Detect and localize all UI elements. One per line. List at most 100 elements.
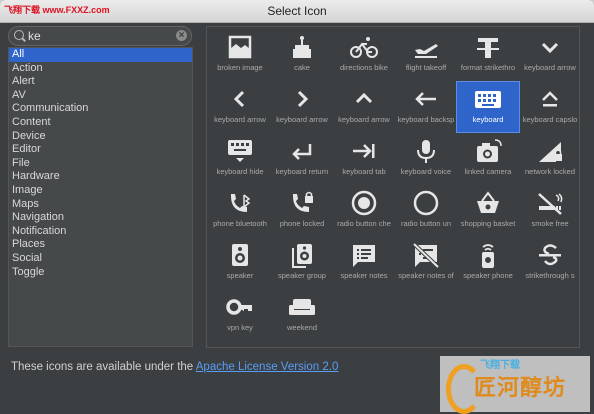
icon-label: network locked xyxy=(524,167,576,176)
icon-label: speaker xyxy=(226,271,254,280)
icon-cell-network-locked[interactable]: network locked xyxy=(519,134,581,184)
icon-cell-keyboard-backsp[interactable]: keyboard backsp xyxy=(395,82,457,132)
icon-cell-smoke-free[interactable]: smoke free xyxy=(519,186,581,236)
icon-cell-directions-bike[interactable]: directions bike xyxy=(333,30,395,80)
icon-cell-linked-camera[interactable]: linked camera xyxy=(457,134,519,184)
icon-grid[interactable]: broken image cake directions bike flight ta… xyxy=(206,26,580,348)
icon-cell-keyboard-arrow[interactable]: keyboard arrow xyxy=(271,82,333,132)
icon-cell-phone-bluetooth[interactable]: phone bluetooth xyxy=(209,186,271,236)
category-item-communication[interactable]: Communication xyxy=(9,102,192,116)
icon-cell-speaker-notes[interactable]: speaker notes xyxy=(333,238,395,288)
vpn-key-icon xyxy=(226,299,252,315)
icon-label: keyboard tab xyxy=(342,167,386,176)
icon-label: vpn key xyxy=(227,323,253,332)
icon-label: phone bluetooth xyxy=(213,219,267,228)
icon-cell-weekend[interactable]: weekend xyxy=(271,290,333,340)
icon-label: speaker group xyxy=(278,271,326,280)
icon-cell-radio-button-un[interactable]: radio button un xyxy=(395,186,457,236)
icon-label: keyboard arrow xyxy=(214,115,266,124)
icon-label: speaker notes of xyxy=(398,271,454,280)
icon-cell-keyboard-tab[interactable]: keyboard tab xyxy=(333,134,395,184)
icon-cell-keyboard-arrow[interactable]: keyboard arrow xyxy=(333,82,395,132)
icon-cell-speaker-group[interactable]: speaker group xyxy=(271,238,333,288)
keyboard-hide-icon xyxy=(228,140,252,162)
icon-cell-keyboard-voice[interactable]: keyboard voice xyxy=(395,134,457,184)
icon-cell-cake[interactable]: cake xyxy=(271,30,333,80)
flight-takeoff-icon xyxy=(415,44,438,58)
clear-search-icon[interactable]: × xyxy=(176,30,187,41)
icon-label: smoke free xyxy=(531,219,569,228)
icon-label: keyboard backsp xyxy=(397,115,455,124)
search-input[interactable] xyxy=(28,28,168,43)
watermark-text: 飞翔下载 www.FXXZ.com xyxy=(4,5,110,15)
category-item-av[interactable]: AV xyxy=(9,89,192,103)
icon-cell-shopping-basket[interactable]: shopping basket xyxy=(457,186,519,236)
category-item-hardware[interactable]: Hardware xyxy=(9,170,192,184)
icon-label: speaker notes xyxy=(340,271,388,280)
category-item-places[interactable]: Places xyxy=(9,238,192,252)
weekend-icon xyxy=(289,299,315,315)
category-item-editor[interactable]: Editor xyxy=(9,143,192,157)
apache-license-link[interactable]: Apache License Version 2.0 xyxy=(196,361,339,373)
category-item-file[interactable]: File xyxy=(9,157,192,171)
category-item-navigation[interactable]: Navigation xyxy=(9,211,192,225)
category-item-device[interactable]: Device xyxy=(9,130,192,144)
icon-cell-keyboard[interactable]: keyboard xyxy=(456,81,520,133)
icon-label: strikethrough s xyxy=(525,271,575,280)
icon-cell-speaker-phone[interactable]: speaker phone xyxy=(457,238,519,288)
icon-cell-keyboard-arrow[interactable]: keyboard arrow xyxy=(209,82,271,132)
icon-cell-keyboard-hide[interactable]: keyboard hide xyxy=(209,134,271,184)
icon-cell-vpn-key[interactable]: vpn key xyxy=(209,290,271,340)
icon-cell-radio-button-che[interactable]: radio button che xyxy=(333,186,395,236)
logo-top-text: 飞翔下载 xyxy=(480,360,520,371)
strikethrough-s-icon xyxy=(539,244,561,266)
icon-label: keyboard hide xyxy=(216,167,264,176)
icon-cell-broken-image[interactable]: broken image xyxy=(209,30,271,80)
icon-cell-keyboard-arrow[interactable]: keyboard arrow xyxy=(519,30,581,80)
phone-locked-icon xyxy=(293,191,313,212)
icon-label: radio button un xyxy=(400,219,452,228)
radio-unchecked-icon xyxy=(413,190,439,216)
logo-text: 匠河醇坊 xyxy=(474,375,567,400)
window-title: Select Icon xyxy=(267,4,327,18)
category-item-toggle[interactable]: Toggle xyxy=(9,266,192,280)
arrow-up-icon xyxy=(355,92,373,104)
icon-cell-keyboard-capslo[interactable]: keyboard capslo xyxy=(519,82,581,132)
icon-label: weekend xyxy=(286,323,318,332)
title-bar: 飞翔下载 www.FXXZ.com Select Icon xyxy=(0,0,594,23)
icon-cell-speaker-notes-of[interactable]: speaker notes of xyxy=(395,238,457,288)
icon-label: keyboard xyxy=(472,115,504,124)
arrow-down-icon xyxy=(541,42,559,54)
category-item-image[interactable]: Image xyxy=(9,184,192,198)
tab-icon xyxy=(353,144,375,158)
category-item-action[interactable]: Action xyxy=(9,62,192,76)
category-item-all[interactable]: All xyxy=(9,48,192,62)
category-item-alert[interactable]: Alert xyxy=(9,75,192,89)
category-item-content[interactable]: Content xyxy=(9,116,192,130)
icon-label: format strikethro xyxy=(460,63,516,72)
basket-icon xyxy=(477,191,499,213)
category-list[interactable]: All Action Alert AV Communication Content Devi… xyxy=(8,47,193,347)
arrow-left-icon xyxy=(233,90,245,108)
icon-label: keyboard arrow xyxy=(276,115,328,124)
icon-label: keyboard return xyxy=(275,167,329,176)
icon-label: broken image xyxy=(217,63,263,72)
icon-cell-format-strikethro[interactable]: format strikethro xyxy=(457,30,519,80)
icon-cell-flight-takeoff[interactable]: flight takeoff xyxy=(395,30,457,80)
icon-cell-strikethrough-s[interactable]: strikethrough s xyxy=(519,238,581,288)
category-item-maps[interactable]: Maps xyxy=(9,198,192,212)
icon-label: keyboard arrow xyxy=(338,115,390,124)
category-item-social[interactable]: Social xyxy=(9,252,192,266)
search-field[interactable]: × xyxy=(8,26,192,46)
category-item-notification[interactable]: Notification xyxy=(9,225,192,239)
icon-cell-keyboard-return[interactable]: keyboard return xyxy=(271,134,333,184)
arrow-right-icon xyxy=(297,90,309,108)
icon-cell-speaker[interactable]: speaker xyxy=(209,238,271,288)
select-icon-dialog: 飞翔下载 www.FXXZ.com Select Icon × AllActio… xyxy=(0,0,594,414)
icon-label: flight takeoff xyxy=(405,63,447,72)
license-text: These icons are available under the xyxy=(11,361,196,373)
radio-checked-icon xyxy=(351,190,377,216)
icon-label: speaker phone xyxy=(463,271,513,280)
icon-label: keyboard arrow xyxy=(524,63,576,72)
icon-cell-phone-locked[interactable]: phone locked xyxy=(271,186,333,236)
